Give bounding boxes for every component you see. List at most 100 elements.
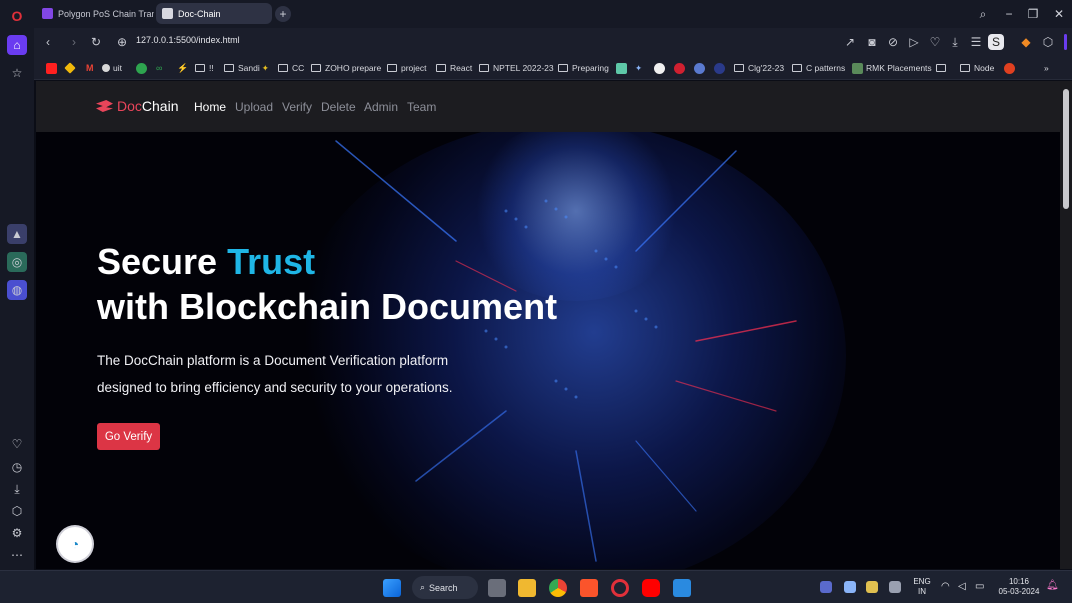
- bookmark-icon-1[interactable]: [136, 61, 150, 75]
- aria-icon[interactable]: ▲: [7, 224, 27, 244]
- tab-polygon[interactable]: Polygon PoS Chain Transa: [36, 3, 154, 24]
- opera-taskbar-icon[interactable]: [611, 579, 629, 597]
- history-icon[interactable]: ◷: [7, 457, 27, 477]
- clock[interactable]: 10:16 05-03-2024: [994, 577, 1044, 597]
- bookmark-heart-icon[interactable]: ♡: [927, 34, 943, 50]
- volume-icon[interactable]: ◁: [958, 582, 966, 592]
- page-scrollbar[interactable]: [1060, 81, 1072, 569]
- site-icon: [136, 62, 147, 74]
- close-icon[interactable]: ✕: [1050, 5, 1068, 23]
- metamask-icon[interactable]: ◆: [1018, 34, 1034, 50]
- task-view-icon[interactable]: [488, 579, 506, 597]
- bookmark-uit[interactable]: uit: [102, 61, 122, 75]
- chat-support-button[interactable]: ◔: [58, 527, 92, 561]
- easy-setup-icon[interactable]: ☰: [968, 34, 984, 50]
- bookmark-icon-3[interactable]: ⚡: [177, 61, 188, 75]
- bookmark-folder-react[interactable]: React: [436, 61, 472, 75]
- vscode-icon[interactable]: [673, 579, 691, 597]
- new-tab-icon[interactable]: +: [275, 6, 291, 22]
- bookmark-folder-zoho[interactable]: ZOHO prepare: [311, 61, 381, 75]
- bookmark-icon-6[interactable]: [694, 61, 708, 75]
- download-icon[interactable]: ⤓: [7, 479, 27, 499]
- downloads-icon[interactable]: ⤓: [947, 34, 963, 50]
- bookmark-icon-7[interactable]: [714, 61, 728, 75]
- bookmark-folder-node[interactable]: Node: [960, 61, 994, 75]
- nav-verify[interactable]: Verify: [282, 100, 312, 114]
- nav-home[interactable]: Home: [194, 100, 226, 114]
- camera-icon[interactable]: ◙: [864, 34, 880, 50]
- heart-icon[interactable]: ♡: [7, 434, 27, 454]
- binance-bookmark[interactable]: [64, 61, 77, 75]
- brave-icon[interactable]: [580, 579, 598, 597]
- nav-upload[interactable]: Upload: [235, 100, 273, 114]
- nav-team[interactable]: Team: [407, 100, 436, 114]
- bookmark-folder-sandi[interactable]: Sandi ✦: [224, 61, 269, 75]
- bookmark-github[interactable]: [654, 61, 668, 75]
- bookmark-icon-2[interactable]: ∞: [156, 61, 162, 75]
- extensions-icon[interactable]: ⬡: [7, 501, 27, 521]
- folder-icon: [436, 64, 446, 72]
- url-input[interactable]: 127.0.0.1:5500/index.html: [136, 35, 240, 45]
- gemini-icon: ✦: [635, 62, 643, 73]
- nav-delete[interactable]: Delete: [321, 100, 356, 114]
- sidebar-toggle[interactable]: [1064, 34, 1067, 50]
- bookmark-icon-8[interactable]: [1004, 61, 1018, 75]
- go-verify-button[interactable]: Go Verify: [97, 423, 160, 450]
- brand-prefix: Doc: [117, 98, 142, 114]
- bookmarks-more-icon[interactable]: »: [1044, 61, 1049, 75]
- back-icon[interactable]: ‹: [40, 34, 56, 50]
- pen-menu-icon[interactable]: [889, 581, 901, 593]
- restore-icon[interactable]: ❐: [1024, 5, 1042, 23]
- site-logo[interactable]: Doc Chain: [96, 98, 179, 114]
- bookmark-folder-cc[interactable]: CC: [278, 61, 304, 75]
- hero-title-line1: Secure Trust: [97, 241, 316, 282]
- player-icon[interactable]: ▷: [906, 34, 922, 50]
- bookmark-icon-5[interactable]: [674, 61, 688, 75]
- bookmark-rmk[interactable]: RMK Placements: [852, 61, 932, 75]
- tray-app2-icon[interactable]: [866, 581, 878, 593]
- reload-icon[interactable]: ↻: [88, 34, 104, 50]
- windows-start-icon[interactable]: [383, 579, 401, 597]
- bookmark-folder-preparing[interactable]: Preparing: [558, 61, 609, 75]
- search-tabs-icon[interactable]: ⌕: [974, 5, 992, 23]
- chrome-icon[interactable]: [549, 579, 567, 597]
- bookmark-folder-clg[interactable]: Clg'22-23: [734, 61, 784, 75]
- bookmark-folder-misc[interactable]: [936, 61, 950, 75]
- language-indicator[interactable]: ENG IN: [910, 577, 934, 597]
- home-icon[interactable]: ⌂: [7, 35, 27, 55]
- bookmark-gemini[interactable]: ✦: [635, 61, 642, 75]
- share-icon[interactable]: ↗: [842, 34, 858, 50]
- browser-sidebar: O ⌂ ☆ ▲ ◎ ◍ ♡ ◷ ⤓ ⬡ ⚙ ⋯: [0, 0, 34, 570]
- profile-icon[interactable]: S: [988, 34, 1004, 50]
- pin-icon[interactable]: ☆: [7, 63, 27, 83]
- taskbar-search[interactable]: ⌕ Search: [412, 576, 478, 599]
- more-icon[interactable]: ⋯: [7, 545, 27, 565]
- bookmark-folder-excl[interactable]: !!: [195, 61, 214, 75]
- bookmark-folder-cpatterns[interactable]: C patterns: [792, 61, 845, 75]
- bookmark-icon-4[interactable]: [616, 61, 630, 75]
- wifi-icon[interactable]: ◠: [941, 582, 950, 592]
- chatgpt-icon[interactable]: ◎: [7, 252, 27, 272]
- notification-icon[interactable]: 🔔︎: [1046, 581, 1059, 591]
- gmail-bookmark[interactable]: M: [86, 61, 94, 75]
- teams-icon[interactable]: [820, 581, 832, 593]
- tab-docchain[interactable]: Doc-Chain: [156, 3, 272, 24]
- forward-icon[interactable]: ›: [66, 34, 82, 50]
- folder-icon: [792, 64, 802, 72]
- youtube-bookmark[interactable]: [46, 61, 60, 75]
- scrollbar-thumb[interactable]: [1063, 89, 1069, 209]
- nav-admin[interactable]: Admin: [364, 100, 398, 114]
- bookmark-folder-project[interactable]: project: [387, 61, 427, 75]
- discord-icon[interactable]: ◍: [7, 280, 27, 300]
- opera-logo-icon[interactable]: O: [7, 6, 27, 26]
- youtube-taskbar-icon[interactable]: [642, 579, 660, 597]
- site-info-icon[interactable]: ⊕: [114, 34, 130, 50]
- settings-icon[interactable]: ⚙: [7, 523, 27, 543]
- minimize-icon[interactable]: −: [1000, 5, 1018, 23]
- tray-app-icon[interactable]: [844, 581, 856, 593]
- adblock-icon[interactable]: ⊘: [885, 34, 901, 50]
- bookmark-folder-nptel[interactable]: NPTEL 2022-23: [479, 61, 554, 75]
- battery-icon[interactable]: ▭: [975, 582, 984, 592]
- cube-icon[interactable]: ⬡: [1040, 34, 1056, 50]
- file-explorer-icon[interactable]: [518, 579, 536, 597]
